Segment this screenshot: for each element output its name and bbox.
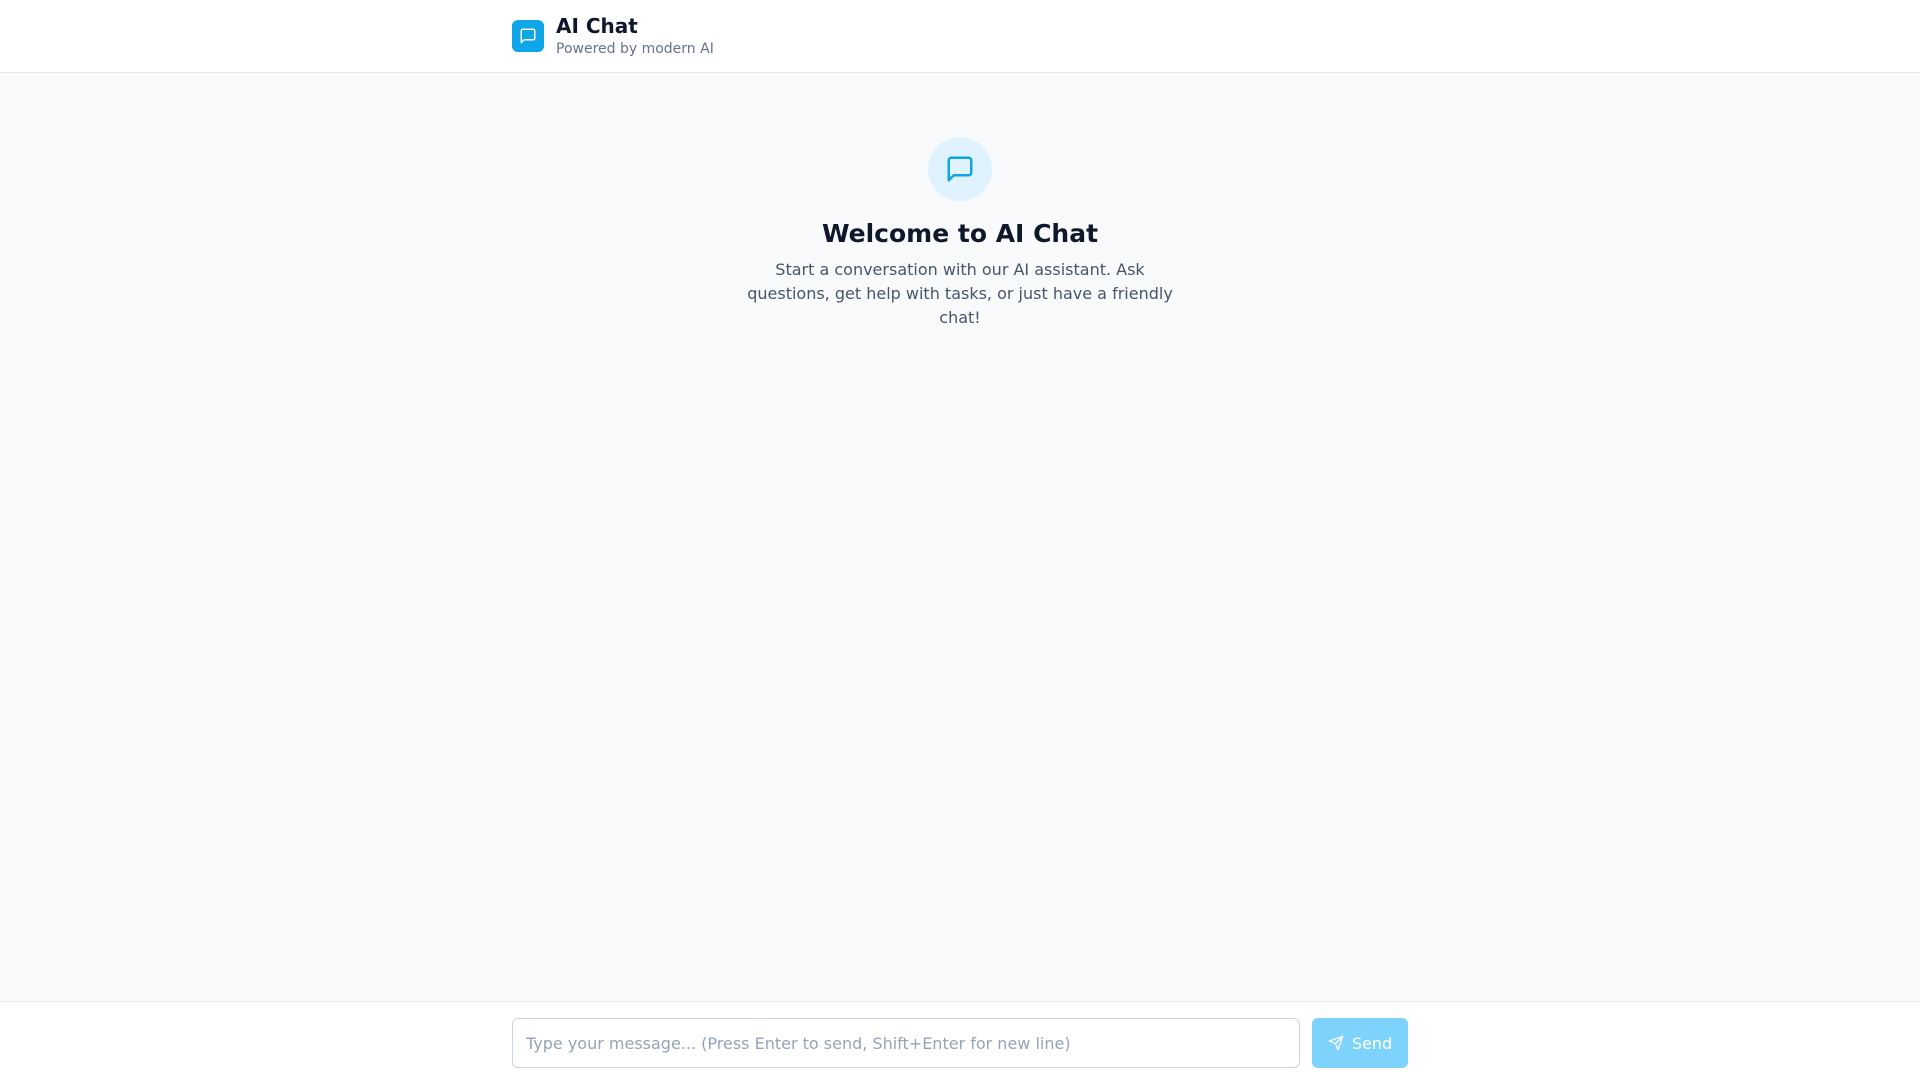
app-subtitle: Powered by modern AI	[556, 41, 714, 58]
logo	[512, 20, 544, 52]
welcome-icon-circle	[928, 137, 992, 201]
send-icon	[1328, 1035, 1344, 1051]
message-square-icon	[520, 28, 536, 44]
app-title: AI Chat	[556, 14, 638, 39]
message-input[interactable]	[512, 1018, 1300, 1068]
welcome-title: Welcome to AI Chat	[821, 219, 1099, 248]
chat-app: AI Chat Powered by modern AI Welcome to …	[0, 0, 1920, 1080]
brand: AI Chat Powered by modern AI	[556, 14, 714, 58]
composer: Send	[512, 1002, 1408, 1080]
app-header: AI Chat Powered by modern AI	[0, 0, 1920, 73]
header-content: AI Chat Powered by modern AI	[512, 0, 1408, 72]
send-button[interactable]: Send	[1312, 1018, 1408, 1068]
message-square-icon	[947, 156, 973, 182]
welcome-description: Start a conversation with our AI assista…	[747, 260, 1173, 327]
composer-bar: Send	[0, 1001, 1920, 1080]
chat-area: Welcome to AI Chat Start a conversation …	[0, 73, 1920, 1001]
send-label: Send	[1351, 1033, 1393, 1053]
